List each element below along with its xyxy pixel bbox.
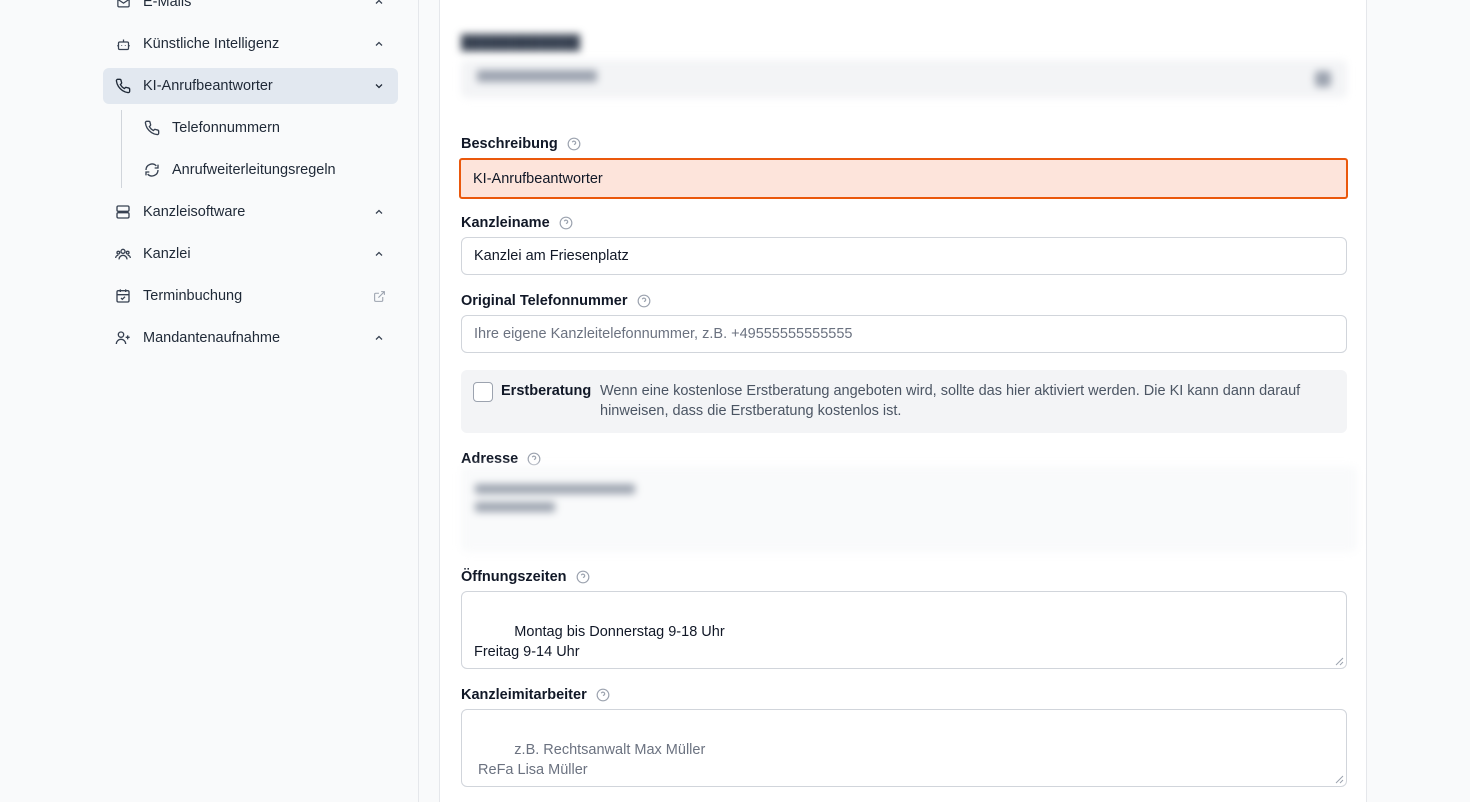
sidebar-item-label: Telefonnummern [172,120,280,136]
help-icon[interactable] [567,137,581,151]
user-plus-icon [115,330,131,346]
external-link-icon [372,289,386,303]
settings-card: ████████████ Beschreibung KI-Anrufbeantw… [439,0,1367,802]
kanzleiname-input[interactable]: Kanzlei am Friesenplatz [461,237,1347,275]
chevron-up-icon [372,247,386,261]
server-icon [115,204,131,220]
refresh-icon [144,162,160,178]
blurred-select[interactable] [461,60,1347,98]
sidebar-item-label: Kanzleisoftware [143,204,246,220]
sidebar-item-label: Anrufweiterleitungsregeln [172,162,336,178]
erstberatung-description: Wenn eine kostenlose Erstberatung angebo… [600,383,1301,419]
erstberatung-checkbox[interactable] [473,382,493,402]
chevron-up-icon [372,37,386,51]
sidebar-item-kuenstliche-intelligenz[interactable]: Künstliche Intelligenz [103,26,398,62]
beschreibung-label: Beschreibung [461,136,581,152]
sidebar-item-anrufweiterleitungsregeln[interactable]: Anrufweiterleitungsregeln [144,152,398,188]
help-icon[interactable] [559,216,573,230]
sidebar-item-kanzleisoftware[interactable]: Kanzleisoftware [103,194,398,230]
blurred-label: ████████████ [461,34,581,50]
adresse-label: Adresse [461,451,541,467]
help-icon[interactable] [576,570,590,584]
sidebar-item-ki-anrufbeantworter[interactable]: KI-Anrufbeantworter [103,68,398,104]
kanzleimitarbeiter-placeholder: z.B. Rechtsanwalt Max Müller ReFa Lisa M… [478,742,706,778]
kanzleimitarbeiter-textarea[interactable]: z.B. Rechtsanwalt Max Müller ReFa Lisa M… [461,709,1347,787]
label-text: Öffnungszeiten [461,569,567,585]
sidebar-item-label: E-Mails [143,0,192,10]
beschreibung-input[interactable]: KI-Anrufbeantworter [459,158,1348,199]
kanzleiname-label: Kanzleiname [461,215,573,231]
help-icon[interactable] [637,294,651,308]
sidebar-item-kanzlei[interactable]: Kanzlei [103,236,398,272]
resize-grip-icon[interactable] [1335,657,1344,666]
sidebar-item-label: Kanzlei [143,246,191,262]
label-text: Kanzleiname [461,215,550,231]
sidebar-item-label: Künstliche Intelligenz [143,36,280,52]
phone-icon [115,78,131,94]
sidebar-item-terminbuchung[interactable]: Terminbuchung [103,278,398,314]
oeffnungszeiten-value: Montag bis Donnerstag 9-18 Uhr Freitag 9… [474,624,725,660]
mail-icon [115,0,131,10]
sidebar-item-label: KI-Anrufbeantworter [143,78,273,94]
sidebar-item-telefonnummern[interactable]: Telefonnummern [144,110,398,146]
chevron-down-icon [372,79,386,93]
sidebar-item-label: Terminbuchung [143,288,243,304]
calendar-check-icon [115,288,131,304]
label-text: Original Telefonnummer [461,293,628,309]
telefonnummer-label: Original Telefonnummer [461,293,651,309]
users-icon [115,246,131,262]
sidebar-item-emails[interactable]: E-Mails [103,0,398,20]
label-text: Kanzleimitarbeiter [461,687,587,703]
oeffnungszeiten-label: Öffnungszeiten [461,569,590,585]
help-icon[interactable] [527,452,541,466]
kanzleimitarbeiter-label: Kanzleimitarbeiter [461,687,610,703]
sidebar-item-mandantenaufnahme[interactable]: Mandantenaufnahme [103,320,398,356]
chevron-up-icon [372,331,386,345]
sidebar: E-Mails Künstliche Intelligenz KI-Anrufb… [0,0,419,802]
phone-icon [144,120,160,136]
erstberatung-option: Erstberatung Wenn eine kostenlose Erstbe… [461,370,1347,433]
oeffnungszeiten-textarea[interactable]: Montag bis Donnerstag 9-18 Uhr Freitag 9… [461,591,1347,669]
erstberatung-label: Erstberatung [501,383,592,399]
robot-icon [115,36,131,52]
sidebar-nav: E-Mails Künstliche Intelligenz KI-Anrufb… [103,0,398,362]
telefonnummer-input[interactable]: Ihre eigene Kanzleitelefonnummer, z.B. +… [461,315,1347,353]
help-icon[interactable] [596,688,610,702]
chevron-up-icon [372,0,386,9]
resize-grip-icon[interactable] [1335,775,1344,784]
sidebar-item-label: Mandantenaufnahme [143,330,281,346]
sidebar-subnav: Telefonnummern Anrufweiterleitungsregeln [121,110,398,188]
main-content: ████████████ Beschreibung KI-Anrufbeantw… [419,0,1470,802]
chevron-up-icon [372,205,386,219]
adresse-textarea[interactable] [461,466,1357,552]
label-text: Adresse [461,451,519,467]
label-text: Beschreibung [461,136,558,152]
